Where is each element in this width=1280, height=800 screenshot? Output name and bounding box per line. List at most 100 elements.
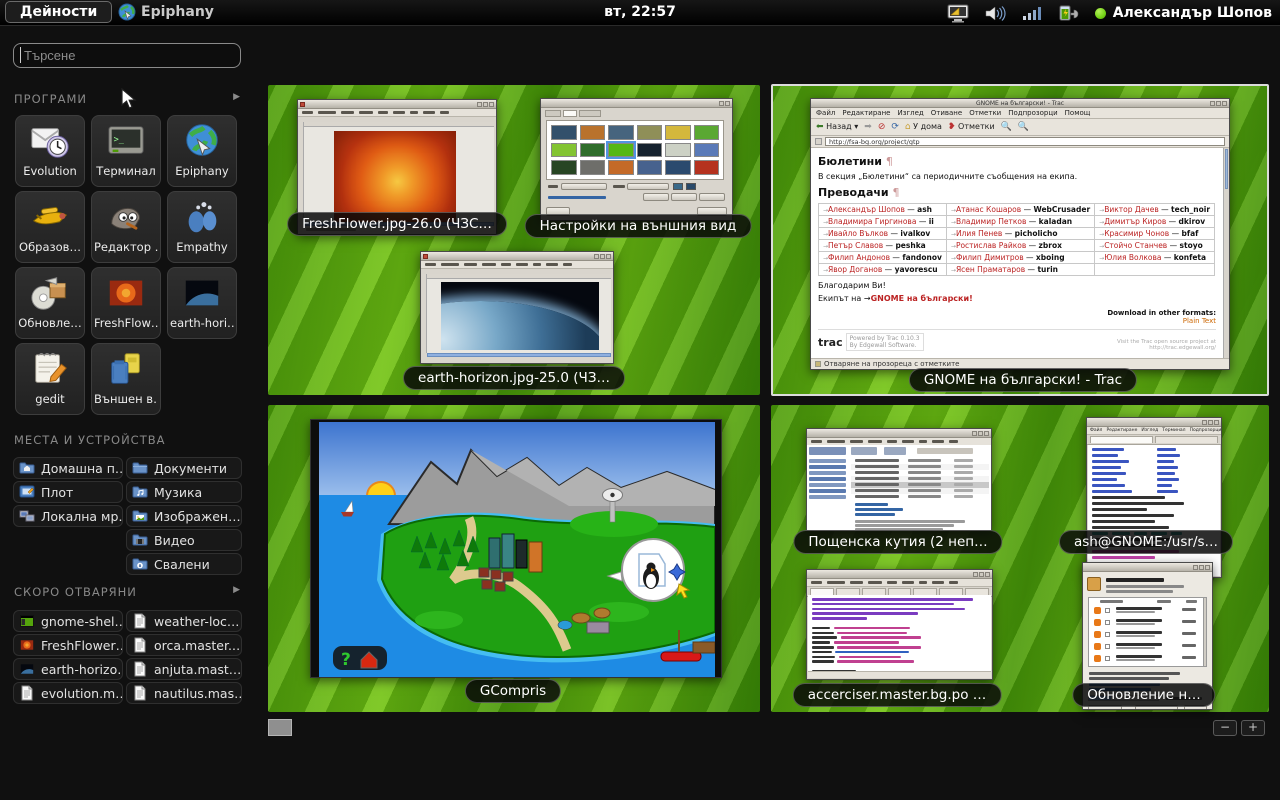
wallpaper-tile[interactable] — [665, 125, 691, 140]
wallpaper-tile[interactable] — [551, 125, 577, 140]
wallpaper-tile[interactable] — [608, 125, 634, 140]
app-tile-gimp[interactable]: Редактор … — [91, 191, 161, 263]
wallpaper-tile[interactable] — [551, 143, 577, 158]
translator-link[interactable]: Владимир Петков — [956, 217, 1026, 226]
programs-expand-arrow[interactable]: ▶ — [233, 92, 240, 102]
translator-link[interactable]: Ясен Праматаров — [956, 265, 1025, 274]
translator-link[interactable]: Ивайло Вълков — [828, 229, 888, 238]
app-tile-terminal[interactable]: >_Терминал — [91, 115, 161, 187]
get-more-link[interactable] — [548, 196, 606, 199]
translator-link[interactable]: Владимира Гиргинова — [828, 217, 916, 226]
wallpaper-tile[interactable] — [637, 143, 663, 158]
app-tile-empathy[interactable]: Empathy — [167, 191, 237, 263]
display-settings-icon[interactable] — [947, 4, 969, 23]
translator-link[interactable]: Филип Андонов — [828, 253, 890, 262]
place-item[interactable]: Изображен… — [126, 505, 242, 527]
workspace-3[interactable]: ? GCompris — [268, 405, 760, 712]
search-input[interactable] — [13, 43, 241, 68]
recent-item[interactable]: FreshFlower… — [13, 634, 123, 656]
menu-item[interactable]: Файл — [1090, 428, 1102, 433]
activities-button[interactable]: Дейности — [5, 1, 112, 23]
bookmarks-button[interactable]: ❥ Отметки — [948, 122, 995, 132]
document-tab[interactable] — [965, 588, 989, 595]
recent-item[interactable]: weather-loc… — [126, 610, 242, 632]
translator-link[interactable]: Юлия Волкова — [1104, 253, 1161, 262]
translator-link[interactable]: Филип Димитров — [956, 253, 1024, 262]
menu-item[interactable]: Подпрозорци — [1190, 428, 1222, 433]
menu-item[interactable]: Изглед — [897, 109, 923, 117]
forward-icon[interactable]: ➡ — [864, 123, 872, 132]
menu-item[interactable]: Отиване — [931, 109, 962, 117]
scrollbar[interactable] — [427, 353, 611, 357]
zoom-in-icon[interactable]: 🔍 — [1001, 123, 1012, 132]
workspace-2-active[interactable]: GNOME на български! - Trac ФайлРедактира… — [771, 84, 1269, 396]
wallpaper-tile[interactable] — [608, 160, 634, 175]
home-button[interactable]: ⌂ У дома — [905, 122, 942, 132]
window-evolution-mail[interactable] — [806, 428, 992, 531]
window-appearance-prefs[interactable] — [540, 98, 733, 221]
translator-link[interactable]: Ростислав Райков — [956, 241, 1026, 250]
zoom-out-icon[interactable]: 🔍 — [1018, 123, 1029, 132]
workspace-4[interactable]: Пощенска кутия (2 неп… ФайлРедактиранеИз… — [771, 405, 1269, 712]
menu-item[interactable]: Терминал — [1162, 428, 1185, 433]
volume-icon[interactable] — [984, 4, 1006, 23]
menu-item[interactable]: Редактиране — [1106, 428, 1137, 433]
wallpaper-tile[interactable] — [665, 160, 691, 175]
color-swatch-1[interactable] — [673, 183, 683, 190]
wallpaper-tile[interactable] — [694, 125, 720, 140]
button[interactable] — [671, 193, 697, 201]
wallpaper-tile[interactable] — [637, 125, 663, 140]
app-tile-shirts[interactable]: Външен в… — [91, 343, 161, 415]
menu-item[interactable]: Помощ — [1065, 109, 1091, 117]
workspace-indicator[interactable] — [268, 719, 292, 736]
update-checkbox[interactable] — [1105, 632, 1110, 637]
translator-link[interactable]: Явор Доганов — [828, 265, 882, 274]
document-tab[interactable] — [810, 588, 834, 595]
update-checkbox[interactable] — [1105, 644, 1110, 649]
place-item[interactable]: Видео — [126, 529, 242, 551]
document-tab[interactable] — [939, 588, 963, 595]
button[interactable] — [643, 193, 669, 201]
workspace-1[interactable]: FreshFlower.jpg-26.0 (ЧЗС… Настройки на … — [268, 85, 760, 395]
place-item[interactable]: Музика — [126, 481, 242, 503]
wallpaper-tile[interactable] — [580, 125, 606, 140]
wallpaper-tile[interactable] — [580, 160, 606, 175]
battery-icon[interactable] — [1058, 4, 1080, 23]
translator-link[interactable]: Александър Шопов — [828, 205, 905, 214]
document-tab[interactable] — [888, 588, 912, 595]
place-item[interactable]: Локална мр… — [13, 505, 123, 527]
translator-link[interactable]: Атанас Кошаров — [956, 205, 1021, 214]
place-item[interactable]: Свалени — [126, 553, 242, 575]
app-tile-gedit[interactable]: gedit — [15, 343, 85, 415]
menu-item[interactable]: Отметки — [969, 109, 1001, 117]
document-tab[interactable] — [862, 588, 886, 595]
translator-link[interactable]: Петър Славов — [828, 241, 883, 250]
window-gimp-earth[interactable] — [420, 251, 614, 364]
user-menu[interactable]: Александър Шопов — [1095, 5, 1272, 21]
menu-item[interactable]: Изглед — [1141, 428, 1158, 433]
menu-item[interactable]: Редактиране — [842, 109, 890, 117]
network-signal-icon[interactable] — [1021, 4, 1043, 23]
translator-link[interactable]: Димитър Киров — [1104, 217, 1166, 226]
document-tab[interactable] — [836, 588, 860, 595]
style-dropdown[interactable] — [561, 183, 607, 190]
wallpaper-tile[interactable] — [665, 143, 691, 158]
recent-item[interactable]: earth-horizo… — [13, 658, 123, 680]
app-tile-plane[interactable]: Образов… — [15, 191, 85, 263]
clock[interactable]: вт, 22:57 — [604, 4, 676, 20]
terminal-tabs[interactable] — [1087, 435, 1221, 445]
recent-item[interactable]: evolution.m… — [13, 682, 123, 704]
recent-item[interactable]: orca.master.… — [126, 634, 242, 656]
recent-expand-arrow[interactable]: ▶ — [233, 585, 240, 595]
scrollbar[interactable] — [1223, 148, 1229, 358]
app-tile-updates[interactable]: Обновле… — [15, 267, 85, 339]
window-gedit[interactable] — [806, 569, 993, 680]
menu-item[interactable]: Файл — [816, 109, 835, 117]
update-checkbox[interactable] — [1105, 608, 1110, 613]
url-field[interactable]: http://fsa-bg.org/project/gtp — [825, 137, 1225, 146]
document-tab[interactable] — [913, 588, 937, 595]
app-tile-earth[interactable]: earth-hori… — [167, 267, 237, 339]
button[interactable] — [699, 193, 725, 201]
translator-link[interactable]: Красимир Чонов — [1104, 229, 1169, 238]
translator-link[interactable]: Виктор Дачев — [1104, 205, 1159, 214]
